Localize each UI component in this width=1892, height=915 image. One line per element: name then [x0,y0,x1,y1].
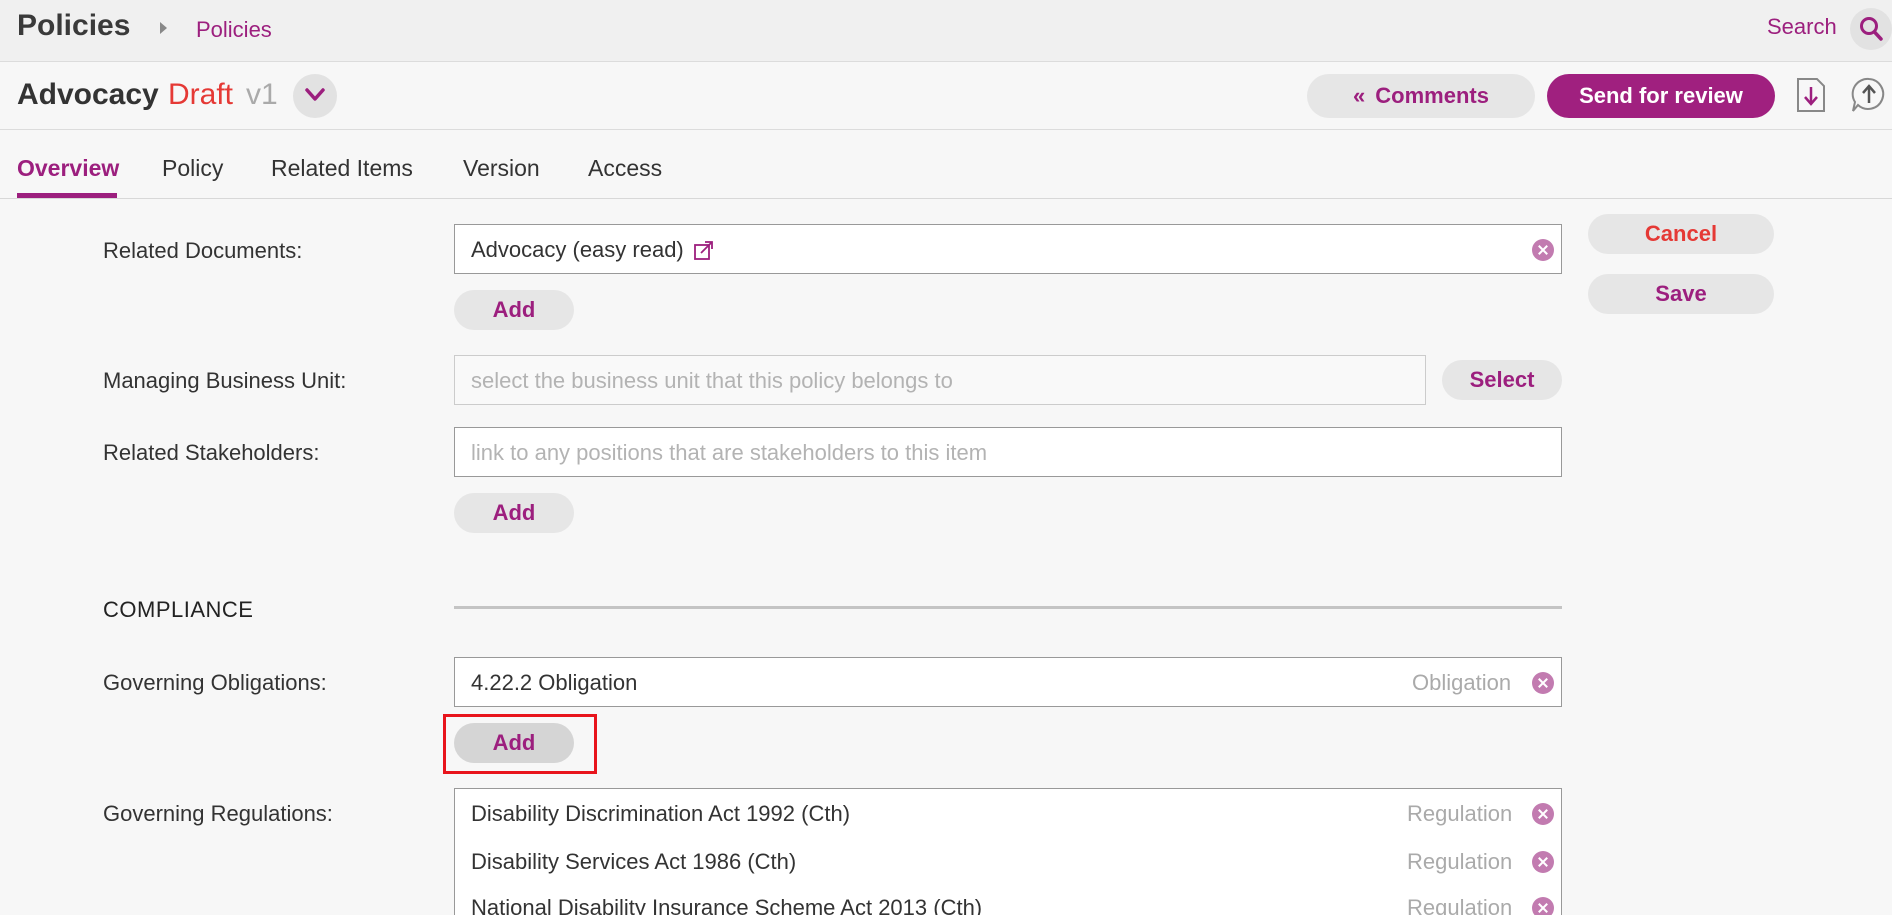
regulation-item[interactable]: Disability Discrimination Act 1992 (Cth) [471,801,850,827]
breadcrumb-arrow-icon [160,22,167,34]
regulation-item[interactable]: National Disability Insurance Scheme Act… [471,895,982,915]
top-bar: Policies Policies Search [0,0,1892,62]
add-related-stakeholder-button[interactable]: Add [454,493,574,533]
related-stakeholders-placeholder: link to any positions that are stakehold… [471,440,988,465]
governing-obligations-field[interactable]: 4.22.2 Obligation Obligation [454,657,1562,707]
download-icon[interactable] [1795,76,1827,114]
remove-icon[interactable] [1532,803,1554,825]
save-button[interactable]: Save [1588,274,1774,314]
tab-policy[interactable]: Policy [162,155,223,182]
regulation-item[interactable]: Disability Services Act 1986 (Cth) [471,849,796,875]
regulation-type-label: Regulation [1407,801,1513,826]
managing-business-unit-label: Managing Business Unit: [103,368,347,393]
remove-icon[interactable] [1532,672,1554,694]
tab-overview[interactable]: Overview [17,155,119,182]
highlight-annotation [443,714,597,774]
remove-icon[interactable] [1532,897,1554,915]
governing-regulations-field[interactable]: Disability Discrimination Act 1992 (Cth)… [454,788,1562,915]
related-documents-label: Related Documents: [103,238,303,263]
chevron-down-icon [305,88,325,101]
related-stakeholders-label: Related Stakeholders: [103,440,320,465]
document-header: Advocacy Draft v1 « Comments Send for rev… [0,62,1892,130]
related-stakeholders-field[interactable]: link to any positions that are stakehold… [454,427,1562,477]
regulation-type-label: Regulation [1407,849,1513,874]
tab-bar: Overview Policy Related Items Version Ac… [0,131,1892,199]
document-title: Advocacy [17,78,159,111]
comments-button-label: Comments [1375,83,1489,108]
related-documents-field[interactable]: Advocacy (easy read) [454,224,1562,274]
select-business-unit-button[interactable]: Select [1442,360,1562,400]
remove-icon[interactable] [1532,851,1554,873]
tab-related-items[interactable]: Related Items [271,155,413,182]
external-link-icon[interactable] [693,239,715,261]
tab-access[interactable]: Access [588,155,662,182]
search-icon [1860,17,1883,41]
search-label[interactable]: Search [1767,14,1837,40]
managing-business-unit-placeholder: select the business unit that this polic… [471,368,953,393]
related-document-item[interactable]: Advocacy (easy read) [471,237,684,263]
compliance-section-heading: COMPLIANCE [103,597,254,622]
tab-version[interactable]: Version [463,155,540,182]
remove-icon[interactable] [1532,239,1554,261]
overview-form: Cancel Save Related Documents: Advocacy … [0,200,1892,915]
active-tab-indicator [17,193,117,198]
publish-comment-icon[interactable] [1850,76,1888,114]
double-chevron-left-icon: « [1353,83,1366,108]
breadcrumb-policies-link[interactable]: Policies [196,17,272,43]
status-badge: Draft [168,78,234,111]
version-label: v1 [246,78,278,111]
send-for-review-button[interactable]: Send for review [1547,74,1775,118]
obligation-item[interactable]: 4.22.2 Obligation [471,670,637,696]
cancel-button[interactable]: Cancel [1588,214,1774,254]
add-related-document-button[interactable]: Add [454,290,574,330]
section-divider [454,606,1562,609]
managing-business-unit-field[interactable]: select the business unit that this polic… [454,355,1426,405]
search-button[interactable] [1850,8,1892,50]
comments-button[interactable]: « Comments [1307,74,1535,118]
obligation-type-label: Obligation [1412,670,1512,695]
governing-obligations-label: Governing Obligations: [103,670,327,695]
app-title: Policies [17,9,131,42]
governing-regulations-label: Governing Regulations: [103,801,333,826]
version-dropdown-button[interactable] [293,74,337,118]
regulation-type-label: Regulation [1407,895,1513,915]
